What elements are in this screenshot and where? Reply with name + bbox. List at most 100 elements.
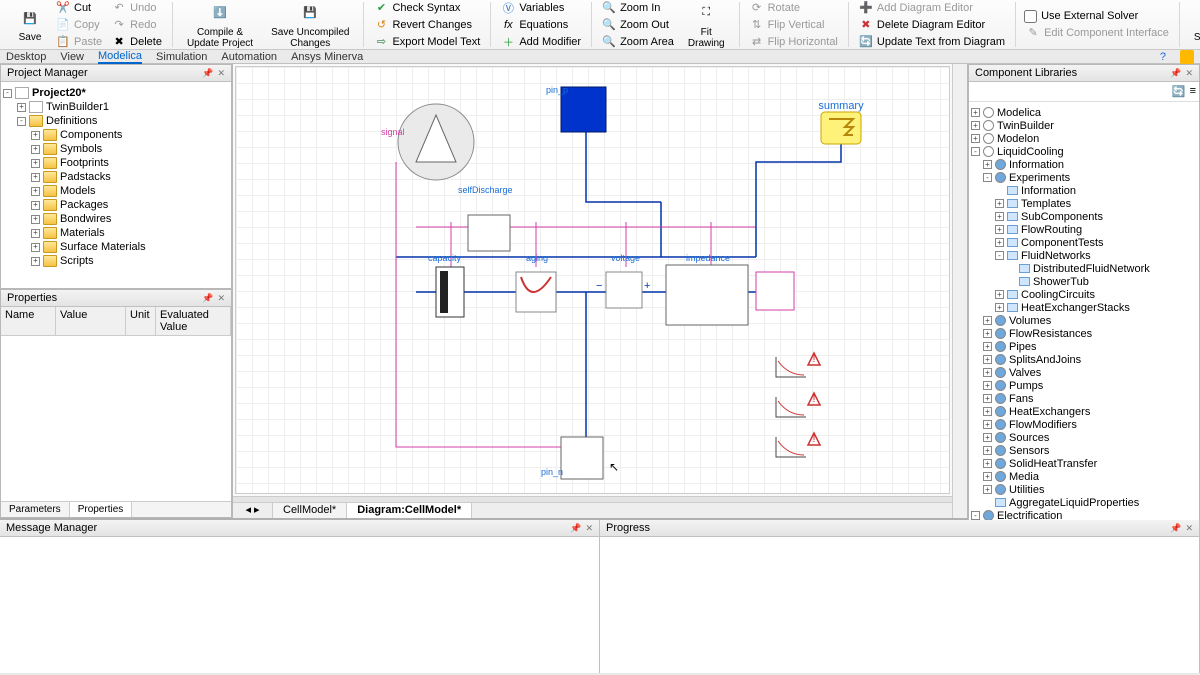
expand-icon[interactable]: -	[17, 117, 26, 126]
expand-icon[interactable]: +	[995, 199, 1004, 208]
lib-tree-node[interactable]: +Media	[971, 470, 1197, 483]
expand-icon[interactable]: +	[971, 108, 980, 117]
lib-tree-node[interactable]: +Modelica	[971, 106, 1197, 119]
lib-tree-node[interactable]: -LiquidCooling	[971, 145, 1197, 158]
expand-icon[interactable]: +	[31, 187, 40, 196]
expand-icon[interactable]: +	[31, 257, 40, 266]
edit-interface-button[interactable]: ✎Edit Component Interface	[1022, 25, 1173, 41]
lib-view-icon[interactable]: ≡	[1190, 85, 1196, 98]
add-diagram-editor-button[interactable]: ➕Add Diagram Editor	[855, 0, 1009, 16]
lib-tree-node[interactable]: +Information	[971, 158, 1197, 171]
expand-icon[interactable]: +	[983, 472, 992, 481]
expand-icon[interactable]: +	[983, 329, 992, 338]
lib-tree-node[interactable]: +Sources	[971, 431, 1197, 444]
expand-icon[interactable]: +	[971, 134, 980, 143]
save-button[interactable]: 💾 Save	[10, 4, 50, 45]
settings-button[interactable]: ⚙️ Settings	[1186, 4, 1200, 45]
use-external-solver-check[interactable]: Use External Solver	[1022, 9, 1173, 24]
cut-button[interactable]: ✂️Cut	[52, 0, 106, 16]
lib-tree-node[interactable]: +HeatExchangerStacks	[971, 301, 1197, 314]
add-modifier-button[interactable]: ＋Add Modifier	[497, 34, 585, 50]
export-model-button[interactable]: ⇨Export Model Text	[370, 34, 484, 50]
lib-tree-node[interactable]: -Experiments	[971, 171, 1197, 184]
tree-node[interactable]: +TwinBuilder1	[3, 100, 229, 114]
lib-tree-node[interactable]: +CoolingCircuits	[971, 288, 1197, 301]
tab-diagram-cellmodel[interactable]: Diagram:CellModel*	[347, 503, 472, 518]
flip-vertical-button[interactable]: ⇅Flip Vertical	[746, 17, 842, 33]
diagram-canvas[interactable]: summary − + !	[235, 66, 950, 494]
expand-icon[interactable]: +	[995, 225, 1004, 234]
tree-node[interactable]: +Materials	[3, 226, 229, 240]
tree-node[interactable]: +Footprints	[3, 156, 229, 170]
lib-refresh-icon[interactable]: 🔄	[1172, 85, 1186, 98]
lib-tree-node[interactable]: DistributedFluidNetwork	[971, 262, 1197, 275]
lib-tree-node[interactable]: +Volumes	[971, 314, 1197, 327]
tree-node[interactable]: +Models	[3, 184, 229, 198]
menu-modelica[interactable]: Modelica	[98, 50, 142, 64]
expand-icon[interactable]: +	[971, 121, 980, 130]
message-manager-title[interactable]: Message Manager 📌 ✕	[0, 520, 599, 537]
tree-node[interactable]: +Padstacks	[3, 170, 229, 184]
external-solver-checkbox[interactable]	[1024, 10, 1037, 23]
expand-icon[interactable]: -	[983, 173, 992, 182]
expand-icon[interactable]: +	[995, 303, 1004, 312]
expand-icon[interactable]: +	[995, 290, 1004, 299]
message-content[interactable]	[0, 537, 599, 673]
help-icon[interactable]: ?	[1160, 51, 1166, 63]
lib-tree-node[interactable]: +FlowModifiers	[971, 418, 1197, 431]
lib-tree-node[interactable]: +Fans	[971, 392, 1197, 405]
lib-tree-node[interactable]: +HeatExchangers	[971, 405, 1197, 418]
expand-icon[interactable]: +	[31, 243, 40, 252]
close-icon[interactable]: ✕	[1185, 68, 1193, 79]
tree-node[interactable]: +Packages	[3, 198, 229, 212]
rotate-button[interactable]: ⟳Rotate	[746, 0, 842, 16]
progress-title[interactable]: Progress 📌 ✕	[600, 520, 1199, 537]
tree-node[interactable]: +Components	[3, 128, 229, 142]
lib-tree-node[interactable]: +Valves	[971, 366, 1197, 379]
expand-icon[interactable]: +	[31, 215, 40, 224]
expand-icon[interactable]	[995, 186, 1004, 195]
expand-icon[interactable]: +	[983, 342, 992, 351]
expand-icon[interactable]: +	[983, 394, 992, 403]
delete-diagram-editor-button[interactable]: ✖Delete Diagram Editor	[855, 17, 1009, 33]
undo-button[interactable]: ↶Undo	[108, 0, 166, 16]
properties-grid[interactable]	[1, 336, 231, 501]
lib-tree-node[interactable]: +FlowRouting	[971, 223, 1197, 236]
update-text-button[interactable]: 🔄Update Text from Diagram	[855, 34, 1009, 50]
expand-icon[interactable]: -	[971, 511, 980, 520]
expand-icon[interactable]: +	[983, 459, 992, 468]
expand-icon[interactable]: +	[983, 446, 992, 455]
expand-icon[interactable]: +	[983, 316, 992, 325]
fit-drawing-button[interactable]: ⛶ Fit Drawing	[680, 0, 733, 51]
tab-parameters[interactable]: Parameters	[1, 502, 70, 517]
expand-icon[interactable]	[1007, 277, 1016, 286]
project-manager-title[interactable]: Project Manager 📌 ✕	[1, 65, 231, 82]
expand-icon[interactable]: +	[17, 103, 26, 112]
lib-tree-node[interactable]: +Templates	[971, 197, 1197, 210]
delete-button[interactable]: ✖Delete	[108, 34, 166, 50]
lib-tree-node[interactable]: +Sensors	[971, 444, 1197, 457]
col-name[interactable]: Name	[1, 307, 56, 335]
paste-button[interactable]: 📋Paste	[52, 34, 106, 50]
lib-tree-node[interactable]: ShowerTub	[971, 275, 1197, 288]
expand-icon[interactable]: +	[31, 159, 40, 168]
close-icon[interactable]: ✕	[217, 68, 225, 79]
save-uncompiled-button[interactable]: 💾 Save Uncompiled Changes	[263, 0, 357, 51]
zoom-in-button[interactable]: 🔍Zoom In	[598, 0, 678, 16]
expand-icon[interactable]: +	[983, 485, 992, 494]
pin-icon[interactable]: 📌	[570, 523, 581, 534]
pin-icon[interactable]: 📌	[202, 68, 213, 79]
lib-tree-node[interactable]: +Pipes	[971, 340, 1197, 353]
pin-icon[interactable]: 📌	[202, 293, 213, 304]
expand-icon[interactable]: +	[31, 229, 40, 238]
expand-icon[interactable]: +	[983, 407, 992, 416]
close-icon[interactable]: ✕	[217, 293, 225, 304]
lib-tree-node[interactable]: +SplitsAndJoins	[971, 353, 1197, 366]
variables-button[interactable]: ⓋVariables	[497, 0, 585, 16]
tab-cellmodel[interactable]: CellModel*	[273, 503, 347, 518]
tree-node[interactable]: +Symbols	[3, 142, 229, 156]
lib-tree-node[interactable]: +FlowResistances	[971, 327, 1197, 340]
menu-simulation[interactable]: Simulation	[156, 51, 207, 63]
check-syntax-button[interactable]: ✔Check Syntax	[370, 0, 484, 16]
expand-icon[interactable]: +	[995, 238, 1004, 247]
